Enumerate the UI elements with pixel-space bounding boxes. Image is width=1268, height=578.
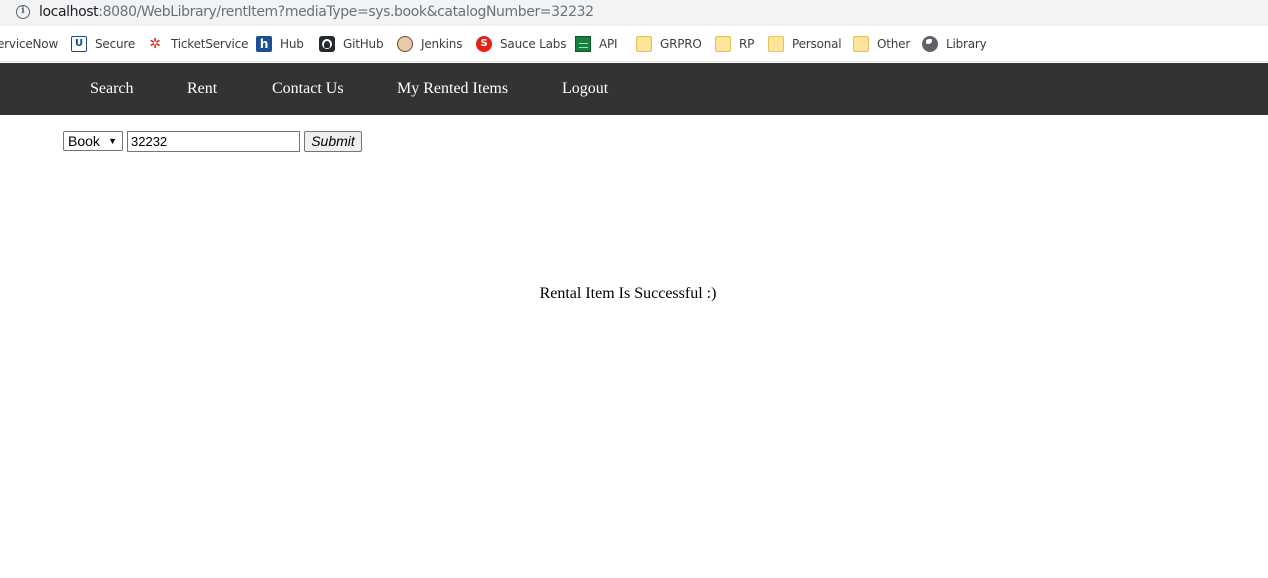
- bookmarks-bar: erviceNow U Secure ✲ TicketService h Hub…: [0, 26, 1268, 62]
- bookmark-sauce-labs[interactable]: S Sauce Labs: [476, 35, 566, 53]
- bookmark-label: Library: [946, 37, 987, 51]
- info-icon[interactable]: i: [16, 5, 30, 19]
- bookmark-rp[interactable]: RP: [715, 35, 754, 53]
- globe-icon: [922, 36, 938, 52]
- media-type-value: Book: [68, 133, 100, 149]
- nav-contact-us-link[interactable]: Contact Us: [272, 79, 344, 99]
- bookmark-servicenow[interactable]: erviceNow: [0, 35, 58, 53]
- bookmark-label: Other: [877, 37, 911, 51]
- bookmark-label: Secure: [95, 37, 136, 51]
- bookmark-github[interactable]: GitHub: [319, 35, 384, 53]
- media-type-select[interactable]: Book ▼: [63, 131, 123, 151]
- sauce-labs-icon: S: [476, 36, 492, 52]
- bookmark-label: erviceNow: [0, 37, 59, 51]
- bookmark-hub[interactable]: h Hub: [256, 35, 304, 53]
- bookmark-label: Jenkins: [421, 37, 463, 51]
- folder-icon: [853, 36, 869, 52]
- bookmark-label: TicketService: [171, 37, 249, 51]
- bookmark-api[interactable]: API: [575, 35, 618, 53]
- url-text[interactable]: localhost:8080/WebLibrary/rentItem?media…: [39, 4, 594, 21]
- bookmark-label: GitHub: [343, 37, 384, 51]
- url-host: localhost: [39, 4, 99, 20]
- bookmark-personal[interactable]: Personal: [768, 35, 842, 53]
- bookmark-library[interactable]: Library: [922, 35, 987, 53]
- address-bar[interactable]: i localhost:8080/WebLibrary/rentItem?med…: [0, 0, 1268, 26]
- chevron-down-icon: ▼: [108, 136, 117, 146]
- folder-icon: [715, 36, 731, 52]
- folder-icon: [636, 36, 652, 52]
- bookmark-grpro[interactable]: GRPRO: [636, 35, 702, 53]
- jenkins-icon: [397, 36, 413, 52]
- nav-search-link[interactable]: Search: [90, 79, 134, 99]
- api-icon: [575, 36, 591, 52]
- url-path: :8080/WebLibrary/rentItem?mediaType=sys.…: [98, 4, 594, 20]
- rental-status-message: Rental Item Is Successful :): [539, 285, 717, 302]
- bookmark-label: RP: [739, 37, 755, 51]
- nav-logout-link[interactable]: Logout: [562, 79, 608, 99]
- github-icon: [319, 36, 335, 52]
- bookmark-secure[interactable]: U Secure: [71, 35, 135, 53]
- catalog-number-input[interactable]: 32232: [127, 131, 300, 152]
- ticket-icon: ✲: [149, 36, 161, 52]
- bookmark-label: GRPRO: [660, 37, 702, 51]
- nav-rent-link[interactable]: Rent: [187, 79, 217, 99]
- site-nav: Search Rent Contact Us My Rented Items L…: [0, 63, 1268, 115]
- folder-icon: [768, 36, 784, 52]
- bookmark-other[interactable]: Other: [853, 35, 910, 53]
- hub-icon: h: [256, 36, 272, 52]
- bookmark-ticketservice[interactable]: ✲ TicketService: [147, 35, 248, 53]
- nav-my-rented-items-link[interactable]: My Rented Items: [397, 79, 508, 99]
- bookmark-label: Sauce Labs: [500, 37, 567, 51]
- bookmark-jenkins[interactable]: Jenkins: [397, 35, 462, 53]
- u-square-icon: U: [71, 36, 87, 52]
- bookmark-label: API: [599, 37, 618, 51]
- bookmark-label: Hub: [280, 37, 304, 51]
- submit-button[interactable]: Submit: [304, 131, 362, 152]
- bookmark-label: Personal: [792, 37, 842, 51]
